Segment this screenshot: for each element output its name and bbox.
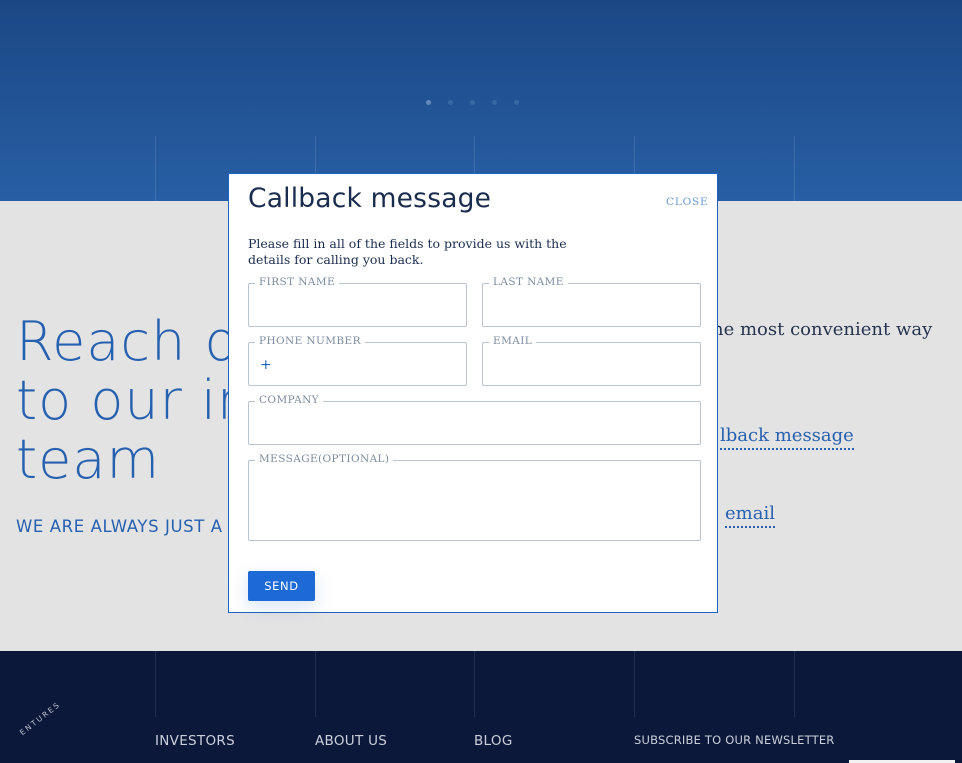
phone-number-field[interactable]: PHONE NUMBER + (248, 335, 467, 386)
email-label: EMAIL (489, 335, 537, 347)
phone-plus-prefix: + (260, 357, 272, 373)
company-label: COMPANY (255, 394, 323, 406)
last-name-field[interactable]: LAST NAME (482, 276, 701, 327)
message-label: MESSAGE(OPTIONAL) (255, 453, 394, 465)
first-name-field[interactable]: FIRST NAME (248, 276, 467, 327)
email-field[interactable]: EMAIL (482, 335, 701, 386)
send-button[interactable]: SEND (248, 571, 315, 601)
last-name-label: LAST NAME (489, 276, 568, 288)
first-name-label: FIRST NAME (255, 276, 340, 288)
callback-modal: Callback message CLOSE Please fill in al… (228, 173, 718, 613)
phone-number-label: PHONE NUMBER (255, 335, 365, 347)
company-field[interactable]: COMPANY (248, 394, 701, 445)
modal-description: Please fill in all of the fields to prov… (248, 236, 567, 267)
modal-close-button[interactable]: CLOSE (666, 196, 708, 208)
modal-title: Callback message (248, 183, 492, 214)
message-field[interactable]: MESSAGE(OPTIONAL) (248, 453, 701, 541)
